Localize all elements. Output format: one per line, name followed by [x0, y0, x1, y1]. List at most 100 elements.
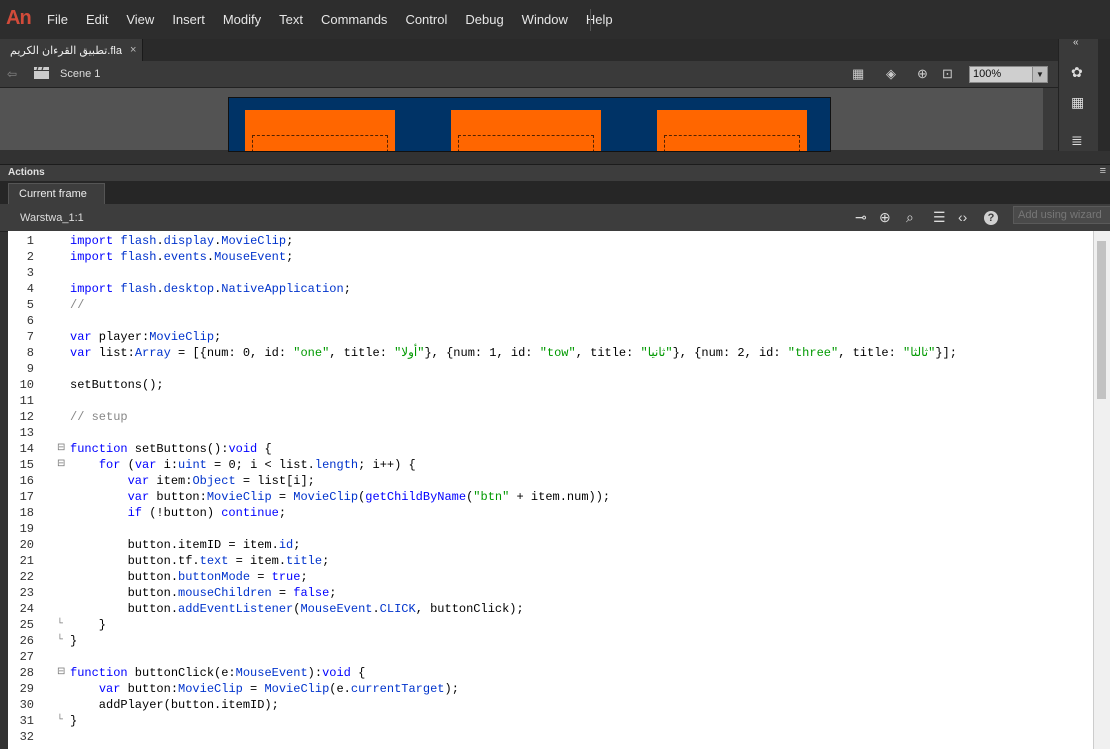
color-palette-icon[interactable]: ✿	[1071, 64, 1083, 81]
code-editor[interactable]: 1 import flash.display.MovieClip; 2 import …	[8, 231, 1093, 749]
menu-window[interactable]: Window	[513, 0, 577, 39]
list-icon[interactable]: ≣	[1071, 132, 1083, 149]
fold-marker-icon[interactable]: └	[57, 633, 63, 649]
scene-label[interactable]: Scene 1	[60, 68, 100, 80]
stage-button-three[interactable]	[657, 110, 807, 151]
pin-script-icon[interactable]: ⊸	[855, 209, 867, 226]
code-line[interactable]: 2 import flash.events.MouseEvent;	[8, 249, 1093, 265]
search-icon[interactable]: ⌕	[906, 209, 914, 226]
document-tab[interactable]: تطبيق القرءان الكريم.fla ×	[0, 39, 143, 61]
add-using-wizard-button[interactable]: Add using wizard	[1013, 206, 1110, 224]
code-line[interactable]: 10 setButtons();	[8, 377, 1093, 393]
center-stage-icon[interactable]: ⊕	[917, 66, 928, 82]
menu-divider	[590, 9, 591, 31]
code-text: setButtons();	[70, 378, 164, 392]
back-arrow-icon[interactable]: ⇦	[7, 67, 17, 81]
code-line[interactable]: 5 //	[8, 297, 1093, 313]
line-number: 20	[19, 538, 34, 552]
menu-modify[interactable]: Modify	[214, 0, 270, 39]
code-text: button.itemID = item.id;	[70, 538, 301, 552]
code-line[interactable]: 19	[8, 521, 1093, 537]
code-line[interactable]: 24 button.addEventListener(MouseEvent.CL…	[8, 601, 1093, 617]
menu-help[interactable]: Help	[577, 0, 622, 39]
code-line[interactable]: 31 └}	[8, 713, 1093, 729]
code-line[interactable]: 22 button.buttonMode = true;	[8, 569, 1093, 585]
line-number: 21	[19, 554, 34, 568]
code-text: button.mouseChildren = false;	[70, 586, 337, 600]
close-icon[interactable]: ×	[130, 44, 136, 56]
help-icon[interactable]: ?	[984, 211, 998, 225]
code-line[interactable]: 7 var player:MovieClip;	[8, 329, 1093, 345]
clip-content-icon[interactable]: ⊡	[942, 66, 953, 82]
code-line[interactable]: 11	[8, 393, 1093, 409]
fold-marker-icon[interactable]: └	[57, 617, 63, 633]
code-line[interactable]: 20 button.itemID = item.id;	[8, 537, 1093, 553]
menu-edit[interactable]: Edit	[77, 0, 117, 39]
collapse-icon[interactable]: «	[1073, 37, 1079, 48]
code-line[interactable]: 23 button.mouseChildren = false;	[8, 585, 1093, 601]
actions-panel-header: Actions ≡	[0, 164, 1110, 182]
code-line[interactable]: 4 import flash.desktop.NativeApplication;	[8, 281, 1093, 297]
grid-icon[interactable]: ▦	[1071, 94, 1084, 111]
line-number: 22	[19, 570, 34, 584]
line-number: 16	[19, 474, 34, 488]
code-line[interactable]: 1 import flash.display.MovieClip;	[8, 233, 1093, 249]
code-line[interactable]: 3	[8, 265, 1093, 281]
line-number: 13	[19, 426, 34, 440]
code-line[interactable]: 32	[8, 729, 1093, 745]
code-line[interactable]: 29 var button:MovieClip = MovieClip(e.cu…	[8, 681, 1093, 697]
code-snippets-icon[interactable]: ‹›	[958, 209, 967, 225]
code-line[interactable]: 9	[8, 361, 1093, 377]
code-line[interactable]: 16 var item:Object = list[i];	[8, 473, 1093, 489]
menu-commands[interactable]: Commands	[312, 0, 396, 39]
target-icon[interactable]: ⊕	[879, 209, 891, 226]
code-text: import flash.events.MouseEvent;	[70, 250, 294, 264]
right-dock-edge	[1098, 39, 1110, 151]
code-text: if (!button) continue;	[127, 506, 287, 520]
code-line[interactable]: 15 ⊟ for (var i:uint = 0; i < list.length…	[8, 457, 1093, 473]
code-line[interactable]: 26 └}	[8, 633, 1093, 649]
code-text: button.buttonMode = true;	[70, 570, 308, 584]
actions-tab-bar: Current frame	[0, 181, 1110, 205]
stage-button-two[interactable]	[451, 110, 601, 151]
menu-insert[interactable]: Insert	[163, 0, 214, 39]
menu-debug[interactable]: Debug	[456, 0, 512, 39]
editor-scrollbar-thumb[interactable]	[1097, 241, 1106, 399]
code-line[interactable]: 13	[8, 425, 1093, 441]
edit-scene-icon[interactable]: ▦	[852, 66, 864, 82]
stage-scrollbar[interactable]	[1043, 88, 1058, 150]
line-number: 24	[19, 602, 34, 616]
menu-control[interactable]: Control	[396, 0, 456, 39]
menu-file[interactable]: File	[38, 0, 77, 39]
code-line[interactable]: 30 addPlayer(button.itemID);	[8, 697, 1093, 713]
code-line[interactable]: 21 button.tf.text = item.title;	[8, 553, 1093, 569]
stage-button-one[interactable]	[245, 110, 395, 151]
fold-marker-icon[interactable]: ⊟	[57, 457, 65, 473]
tab-current-frame[interactable]: Current frame	[8, 183, 105, 205]
layer-frame-label: Warstwa_1:1	[20, 212, 84, 224]
code-line[interactable]: 12 // setup	[8, 409, 1093, 425]
document-tab-bar: تطبيق القرءان الكريم.fla ×	[0, 39, 1058, 61]
menu-text[interactable]: Text	[270, 0, 312, 39]
code-line[interactable]: 27	[8, 649, 1093, 665]
format-code-icon[interactable]: ☰	[933, 209, 946, 226]
code-line[interactable]: 18 if (!button) continue;	[8, 505, 1093, 521]
edit-symbols-icon[interactable]: ◈	[886, 66, 896, 82]
code-line[interactable]: 14 ⊟ function setButtons():void {	[8, 441, 1093, 457]
line-number: 5	[26, 298, 34, 312]
menu-view[interactable]: View	[117, 0, 163, 39]
code-line[interactable]: 17 var button:MovieClip = MovieClip(getC…	[8, 489, 1093, 505]
code-text: for (var i:uint = 0; i < list.length; i+…	[98, 458, 416, 472]
chevron-down-icon[interactable]: ▼	[1032, 67, 1047, 82]
panel-menu-icon[interactable]: ≡	[1100, 165, 1106, 177]
zoom-select[interactable]: 100% ▼	[969, 66, 1048, 83]
code-line[interactable]: 28 ⊟ function buttonClick(e:MouseEvent):vo…	[8, 665, 1093, 681]
code-line[interactable]: 25 └ }	[8, 617, 1093, 633]
code-line[interactable]: 6	[8, 313, 1093, 329]
code-line[interactable]: 8 var list:Array = [{num: 0, id: "one", t…	[8, 345, 1093, 361]
stage[interactable]	[228, 97, 831, 152]
code-text: //	[70, 298, 85, 312]
fold-marker-icon[interactable]: └	[57, 713, 63, 729]
fold-marker-icon[interactable]: ⊟	[57, 665, 65, 681]
fold-marker-icon[interactable]: ⊟	[57, 441, 65, 457]
